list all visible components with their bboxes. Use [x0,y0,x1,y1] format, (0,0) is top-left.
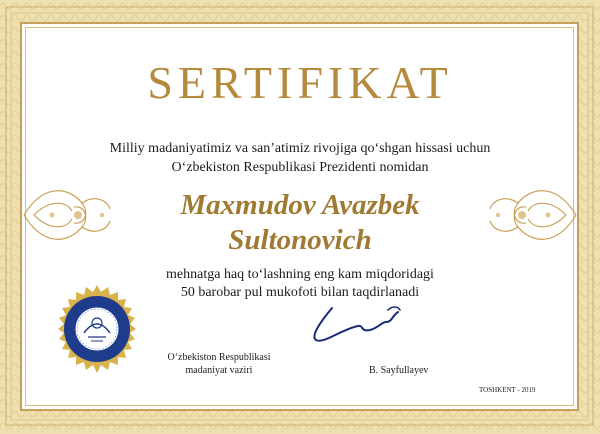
state-emblem-seal-icon [58,285,136,373]
certificate-title: SERTIFIKAT [147,57,453,108]
place-date: TOSHKENT - 2019 [479,386,536,394]
intro-line-1: Milliy madaniyatimiz va san’atimiz rivoj… [109,141,491,156]
signer-title: O‘zbekiston Respublikasi madaniyat vazir… [154,352,284,377]
award-line-1: mehnatga haq to‘lashning eng kam miqdori… [166,267,434,282]
recipient-name-line-2: Sultonovich [228,224,372,256]
recipient-name-line-1: Maxmudov Avazbek [180,189,420,221]
intro-line-2: O‘zbekiston Respublikasi Prezidenti nomi… [171,160,429,175]
signer-name: B. Sayfullayev [369,365,429,376]
signer-title-line-2: madaniyat vaziri [185,364,253,376]
signature-icon [313,306,401,342]
signer-title-line-1: O‘zbekiston Respublikasi [167,352,271,363]
